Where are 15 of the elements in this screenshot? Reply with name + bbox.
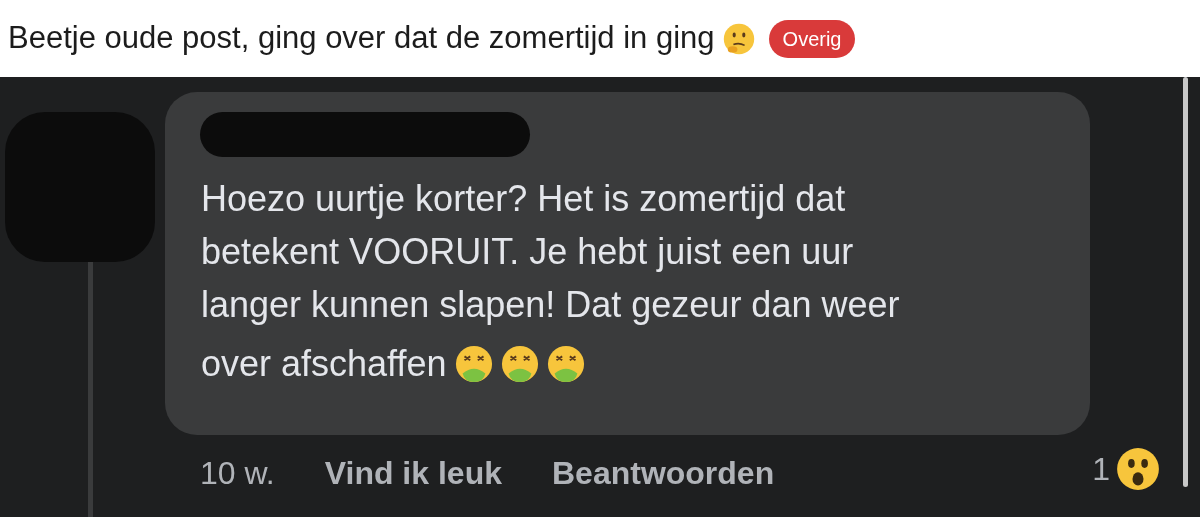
comment-text-line: Hoezo uurtje korter? Het is zomertijd dat bbox=[201, 177, 847, 221]
comment-text-line: over afschaffen bbox=[201, 342, 447, 386]
comment-text-line: betekent VOORUIT. Je hebt juist een uur bbox=[201, 230, 855, 274]
comment-action-link[interactable]: Vind ik leuk bbox=[324, 449, 502, 497]
vomiting-face-icon bbox=[454, 344, 493, 383]
flair-tag[interactable]: Overig bbox=[768, 19, 856, 58]
vomiting-face-icon bbox=[546, 344, 585, 383]
comment-action-link[interactable]: Beantwoorden bbox=[551, 449, 775, 497]
vomiting-face-icon bbox=[500, 344, 539, 383]
reaction-count: 1 bbox=[1092, 450, 1110, 489]
comment-text-line: langer kunnen slapen! Dat gezeur dan weer bbox=[201, 283, 901, 327]
post-title: Beetje oude post, ging over dat de zomertijd in ging bbox=[8, 19, 715, 58]
surprised-face-icon bbox=[1116, 447, 1160, 491]
thinking-face-icon bbox=[722, 22, 755, 55]
comment-age: 10 w. bbox=[200, 454, 275, 493]
